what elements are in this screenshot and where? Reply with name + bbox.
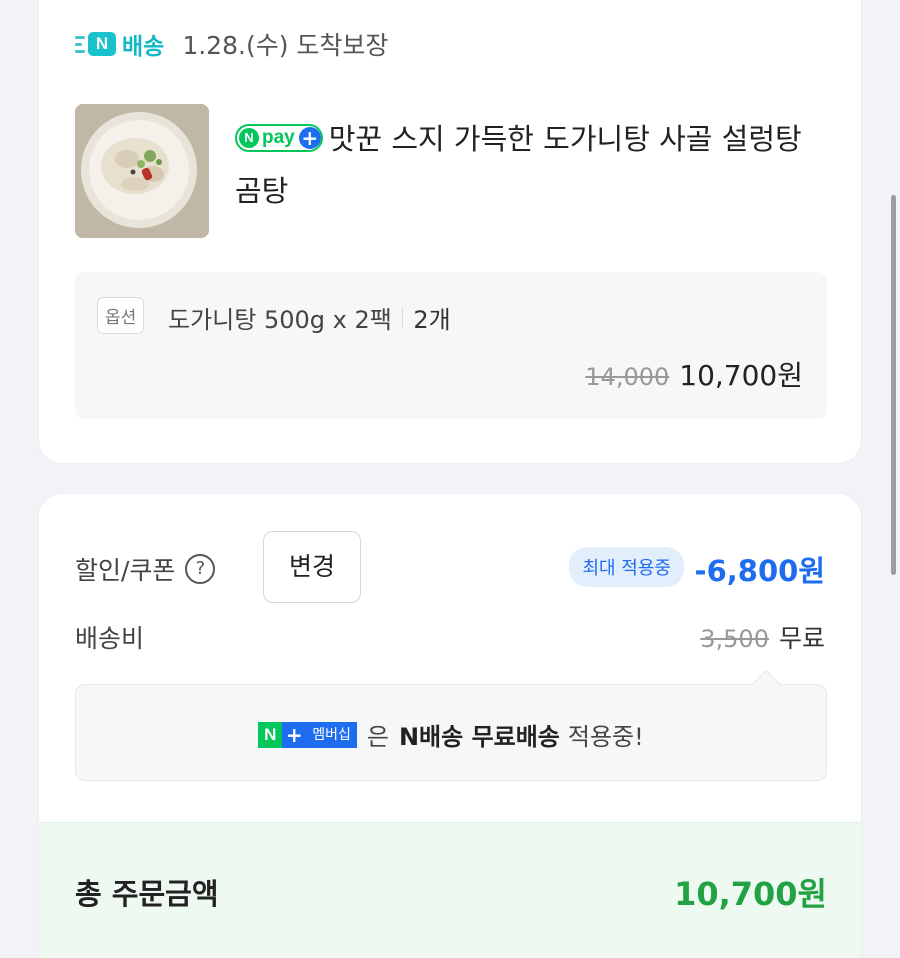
- coupon-label: 할인/쿠폰: [75, 556, 176, 585]
- shipping-fee-label: 배송비: [75, 624, 145, 653]
- membership-plus-icon: +: [282, 721, 307, 748]
- change-coupon-button[interactable]: 변경: [263, 531, 361, 603]
- membership-status: 적용중!: [567, 723, 644, 751]
- membership-notice: N + 멤버십 은 N배송 무료배송 적용중!: [75, 669, 827, 781]
- membership-particle: 은: [366, 723, 389, 751]
- coupon-row: 할인/쿠폰 ? 변경 최대 적용중 -6,800원: [75, 531, 825, 603]
- n-truck-icon: N: [88, 32, 116, 56]
- option-summary: 도가니탕 500g x 2팩 2개: [168, 300, 451, 335]
- sale-price: 10,700원: [679, 359, 803, 392]
- speed-lines-icon: [75, 35, 85, 53]
- option-divider: [401, 306, 404, 329]
- total-label: 총 주문금액: [75, 877, 219, 911]
- option-quantity: 2개: [413, 306, 451, 334]
- option-price: 14,000 10,700원: [585, 354, 803, 394]
- product-title-block[interactable]: N pay + 맛꾼 스지 가득한 도가니탕 사골 설렁탕 곰탕: [235, 113, 835, 217]
- membership-n-icon: N: [258, 721, 283, 748]
- npay-n-icon: N: [239, 128, 259, 148]
- npay-plus-badge: N pay +: [235, 124, 323, 152]
- max-applied-badge: 최대 적용중: [569, 547, 684, 587]
- delivery-card: N 배송 1.28.(수) 도착보장 N pay + 맛꾼 스지 가득한 도가니…: [38, 0, 862, 464]
- food-photo-icon: [75, 104, 209, 238]
- npay-plus-icon: +: [298, 127, 321, 149]
- original-price: 14,000: [585, 363, 670, 391]
- shipping-free-label: 무료: [778, 624, 825, 653]
- shipping-fee-value: 3,500 무료: [700, 619, 825, 655]
- option-tag: 옵션: [97, 297, 145, 334]
- help-icon[interactable]: ?: [185, 554, 216, 584]
- coupon-label-group: 할인/쿠폰 ?: [75, 551, 216, 587]
- membership-text: N + 멤버십 은 N배송 무료배송 적용중!: [76, 717, 826, 752]
- option-box: 옵션 도가니탕 500g x 2팩 2개 14,000 10,700원: [75, 272, 827, 419]
- option-name: 도가니탕 500g x 2팩: [168, 306, 392, 334]
- membership-benefit: N배송 무료배송: [398, 723, 560, 751]
- delivery-info: N 배송 1.28.(수) 도착보장: [75, 26, 388, 62]
- payment-card: 할인/쿠폰 ? 변경 최대 적용중 -6,800원 배송비 3,500 무료 N…: [38, 493, 862, 958]
- delivery-label: 배송: [122, 34, 165, 60]
- shipping-original-fee: 3,500: [700, 625, 769, 653]
- membership-label: 멤버십: [306, 721, 357, 748]
- n-delivery-icon: N: [75, 32, 116, 56]
- product-thumbnail[interactable]: [75, 104, 209, 238]
- shipping-fee-row: 배송비 3,500 무료: [75, 616, 825, 656]
- npay-text: pay: [262, 127, 295, 148]
- discount-amount: -6,800원: [694, 554, 825, 588]
- arrival-date: 1.28.(수) 도착보장: [182, 31, 389, 60]
- total-bar: 총 주문금액 10,700원: [39, 822, 861, 958]
- total-amount: 10,700원: [674, 875, 827, 913]
- notice-pointer: [751, 669, 781, 699]
- scrollbar[interactable]: [891, 195, 896, 575]
